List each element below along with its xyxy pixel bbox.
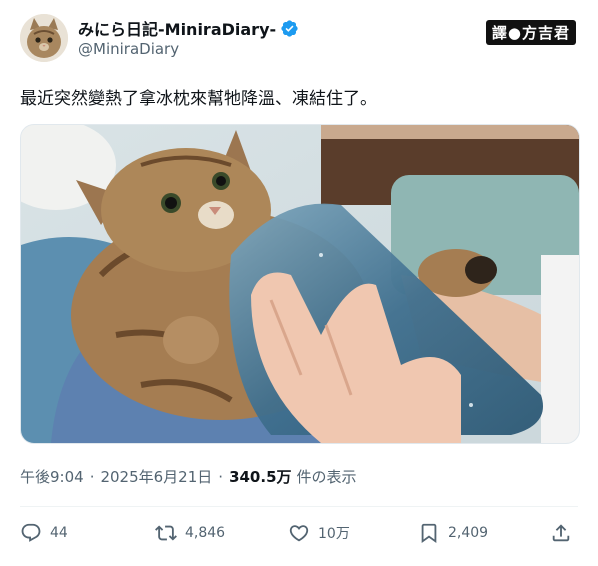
reply-icon [21, 523, 41, 542]
meta-separator: · [89, 467, 95, 486]
like-count: 10万 [318, 526, 350, 542]
name-row: みにら日記-MiniraDiary- [78, 16, 299, 40]
display-name[interactable]: みにら日記-MiniraDiary- [78, 16, 276, 40]
watermark: 譯●方吉君 [485, 20, 576, 45]
avatar-cat-image [20, 14, 68, 62]
view-count: 340.5万 [229, 468, 292, 486]
retweet-button[interactable]: 4,846 [155, 522, 225, 544]
view-count-label: 件の表示 [296, 468, 357, 486]
share-icon [552, 524, 570, 542]
avatar[interactable] [20, 14, 68, 62]
tweet-image[interactable] [20, 124, 580, 444]
action-bar: 44 4,846 10万 2,409 [20, 522, 578, 554]
cat-photo [21, 125, 579, 443]
reply-count: 44 [50, 525, 68, 541]
tweet-meta: 午後9:04 · 2025年6月21日 · 340.5万 件の表示 [20, 466, 357, 487]
user-handle[interactable]: @MiniraDiary [78, 40, 179, 58]
meta-separator: · [218, 467, 224, 486]
like-button[interactable]: 10万 [288, 522, 350, 544]
bookmark-count: 2,409 [448, 525, 489, 541]
reply-button[interactable]: 44 [20, 522, 68, 544]
tweet-text: 最近突然變熱了拿冰枕來幫牠降溫、凍結住了。 [20, 89, 377, 109]
bookmark-button[interactable]: 2,409 [418, 522, 488, 544]
tweet-date[interactable]: 2025年6月21日 [100, 466, 212, 487]
tweet-header: みにら日記-MiniraDiary- @MiniraDiary 譯●方吉君 [20, 14, 578, 64]
divider [20, 506, 578, 507]
verified-badge-icon [281, 19, 298, 37]
retweet-icon [155, 525, 177, 541]
like-icon [289, 525, 309, 542]
tweet-time[interactable]: 午後9:04 [20, 466, 84, 487]
retweet-count: 4,846 [185, 525, 226, 541]
bookmark-icon [421, 523, 437, 544]
share-button[interactable] [550, 522, 572, 544]
